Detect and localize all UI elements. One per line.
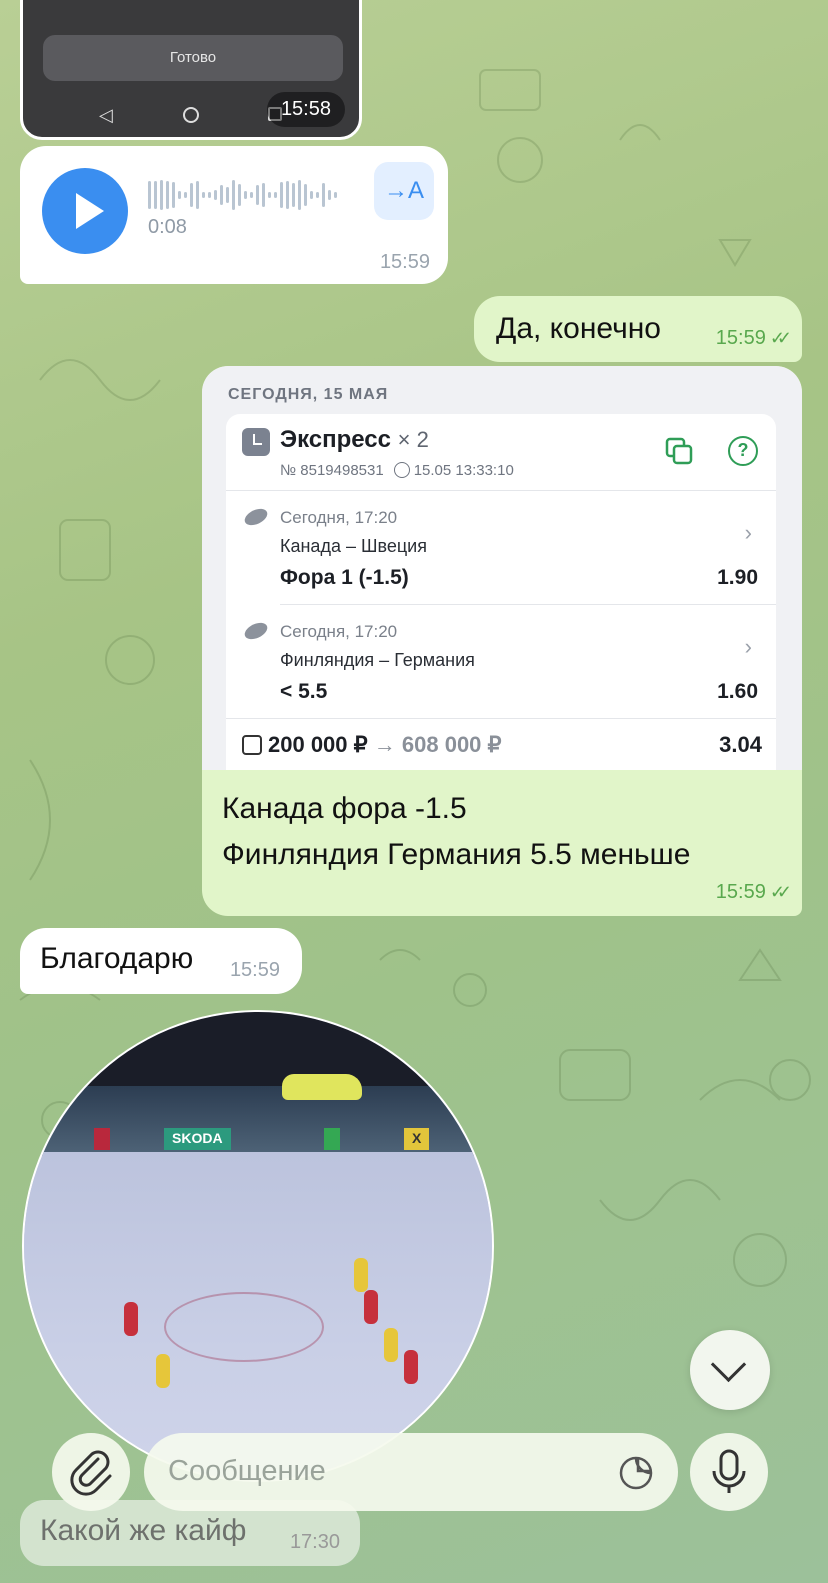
hockey-puck-icon	[242, 619, 270, 643]
divider	[280, 604, 776, 605]
copy-icon	[665, 437, 693, 465]
bet-event: Сегодня, 17:20 Финляндия – Германия < 5.…	[226, 610, 776, 722]
message-time: 15:59	[715, 881, 766, 903]
event-teams: Финляндия – Германия	[280, 650, 475, 670]
paperclip-icon	[70, 1450, 112, 1496]
done-button-in-image: Готово	[43, 35, 343, 81]
outgoing-message[interactable]: Да, конечно 15:59 ✓✓	[474, 296, 802, 362]
ad-board	[94, 1128, 110, 1150]
message-meta: 15:59 ✓✓	[715, 881, 792, 904]
player	[404, 1350, 418, 1384]
event-time: Сегодня, 17:20	[280, 508, 398, 527]
event-pick: Фора 1 (-1.5)	[280, 566, 409, 589]
bet-card: Экспресс × 2 № 8519498531 15.05 13:33:10 …	[226, 414, 776, 770]
event-odd: 1.90	[717, 566, 758, 589]
help-icon: ?	[728, 436, 758, 466]
voice-waveform[interactable]	[148, 178, 358, 212]
event-teams: Канада – Швеция	[280, 536, 427, 556]
event-time: Сегодня, 17:20	[280, 622, 398, 641]
hockey-puck-icon	[242, 505, 270, 529]
bet-type: Экспресс	[280, 426, 391, 453]
player	[364, 1290, 378, 1324]
arena-car	[282, 1074, 362, 1100]
message-time: 15:59	[229, 959, 280, 981]
ad-board-x: X	[404, 1128, 430, 1150]
round-video-message[interactable]: SKODA X	[22, 1010, 494, 1482]
bet-number-row: № 8519498531 15.05 13:33:10	[280, 462, 514, 479]
incoming-message[interactable]: Благодарю 15:59	[20, 928, 302, 994]
divider	[226, 718, 776, 719]
bet-event: Сегодня, 17:20 Канада – Швеция Фора 1 (-…	[226, 496, 776, 608]
bet-stake: 200 000 ₽	[268, 732, 368, 757]
double-check-icon: ✓✓	[769, 328, 792, 348]
message-input[interactable]: Сообщение	[144, 1433, 678, 1511]
outgoing-bet-message[interactable]: СЕГОДНЯ, 15 МАЯ Экспресс × 2 № 851949853…	[202, 366, 802, 916]
arrow-right-icon: →	[373, 732, 396, 757]
ice-rink	[24, 1152, 492, 1480]
divider	[226, 490, 776, 491]
ad-board	[324, 1128, 340, 1150]
bet-multiplier: × 2	[397, 427, 429, 452]
chevron-right-icon: ›	[744, 634, 752, 659]
image-message[interactable]: Готово ◁ 15:58	[20, 0, 362, 140]
player	[156, 1354, 170, 1388]
caption-line: Финляндия Германия 5.5 меньше	[222, 838, 691, 871]
ad-board-skoda: SKODA	[164, 1128, 231, 1150]
bet-screenshot[interactable]: СЕГОДНЯ, 15 МАЯ Экспресс × 2 № 851949853…	[202, 366, 802, 770]
player	[124, 1302, 138, 1336]
message-meta: 15:59 ✓✓	[715, 327, 792, 350]
bet-total-row: 200 000 ₽ → 608 000 ₽ 3.04	[242, 732, 762, 758]
sticker-icon[interactable]	[618, 1455, 654, 1491]
chevron-right-icon: ›	[744, 520, 752, 545]
message-text: Канада фора -1.5 Финляндия Германия 5.5 …	[222, 786, 690, 878]
transcribe-button[interactable]: →A	[374, 162, 434, 220]
bet-number: № 8519498531	[280, 462, 384, 479]
attach-button[interactable]	[52, 1433, 130, 1511]
player	[354, 1258, 368, 1292]
message-text: Благодарю	[40, 942, 194, 975]
voice-duration: 0:08	[148, 216, 187, 238]
double-check-icon: ✓✓	[769, 882, 792, 902]
clock-badge-icon	[242, 428, 270, 456]
event-odd: 1.60	[717, 680, 758, 703]
play-icon[interactable]	[42, 168, 128, 254]
bet-date-header: СЕГОДНЯ, 15 МАЯ	[228, 386, 389, 403]
message-time: 17:30	[289, 1531, 340, 1553]
message-text: Какой же кайф	[40, 1514, 247, 1547]
message-text: Да, конечно	[496, 312, 661, 345]
home-circle-icon	[183, 107, 199, 123]
message-time: 15:58	[266, 92, 345, 127]
caption-line: Канада фора -1.5	[222, 792, 467, 825]
message-time: 15:59	[715, 327, 766, 349]
event-pick: < 5.5	[280, 680, 328, 703]
bet-title: Экспресс × 2	[280, 426, 429, 454]
arena-dark	[24, 1012, 492, 1086]
microphone-button[interactable]	[690, 1433, 768, 1511]
scroll-down-button[interactable]	[690, 1330, 770, 1410]
message-placeholder: Сообщение	[168, 1455, 326, 1487]
player	[384, 1328, 398, 1362]
faceoff-circle	[164, 1292, 324, 1362]
microphone-icon	[712, 1449, 746, 1493]
bet-payout: 608 000 ₽	[401, 732, 502, 757]
clock-icon	[393, 462, 410, 478]
back-triangle-icon: ◁	[99, 105, 113, 125]
voice-message: 0:08 →A 15:59	[20, 146, 448, 284]
message-time: 15:59	[379, 251, 430, 273]
wallet-icon	[242, 735, 262, 755]
bet-created: 15.05 13:33:10	[413, 462, 514, 479]
bet-total-odd: 3.04	[719, 732, 762, 757]
